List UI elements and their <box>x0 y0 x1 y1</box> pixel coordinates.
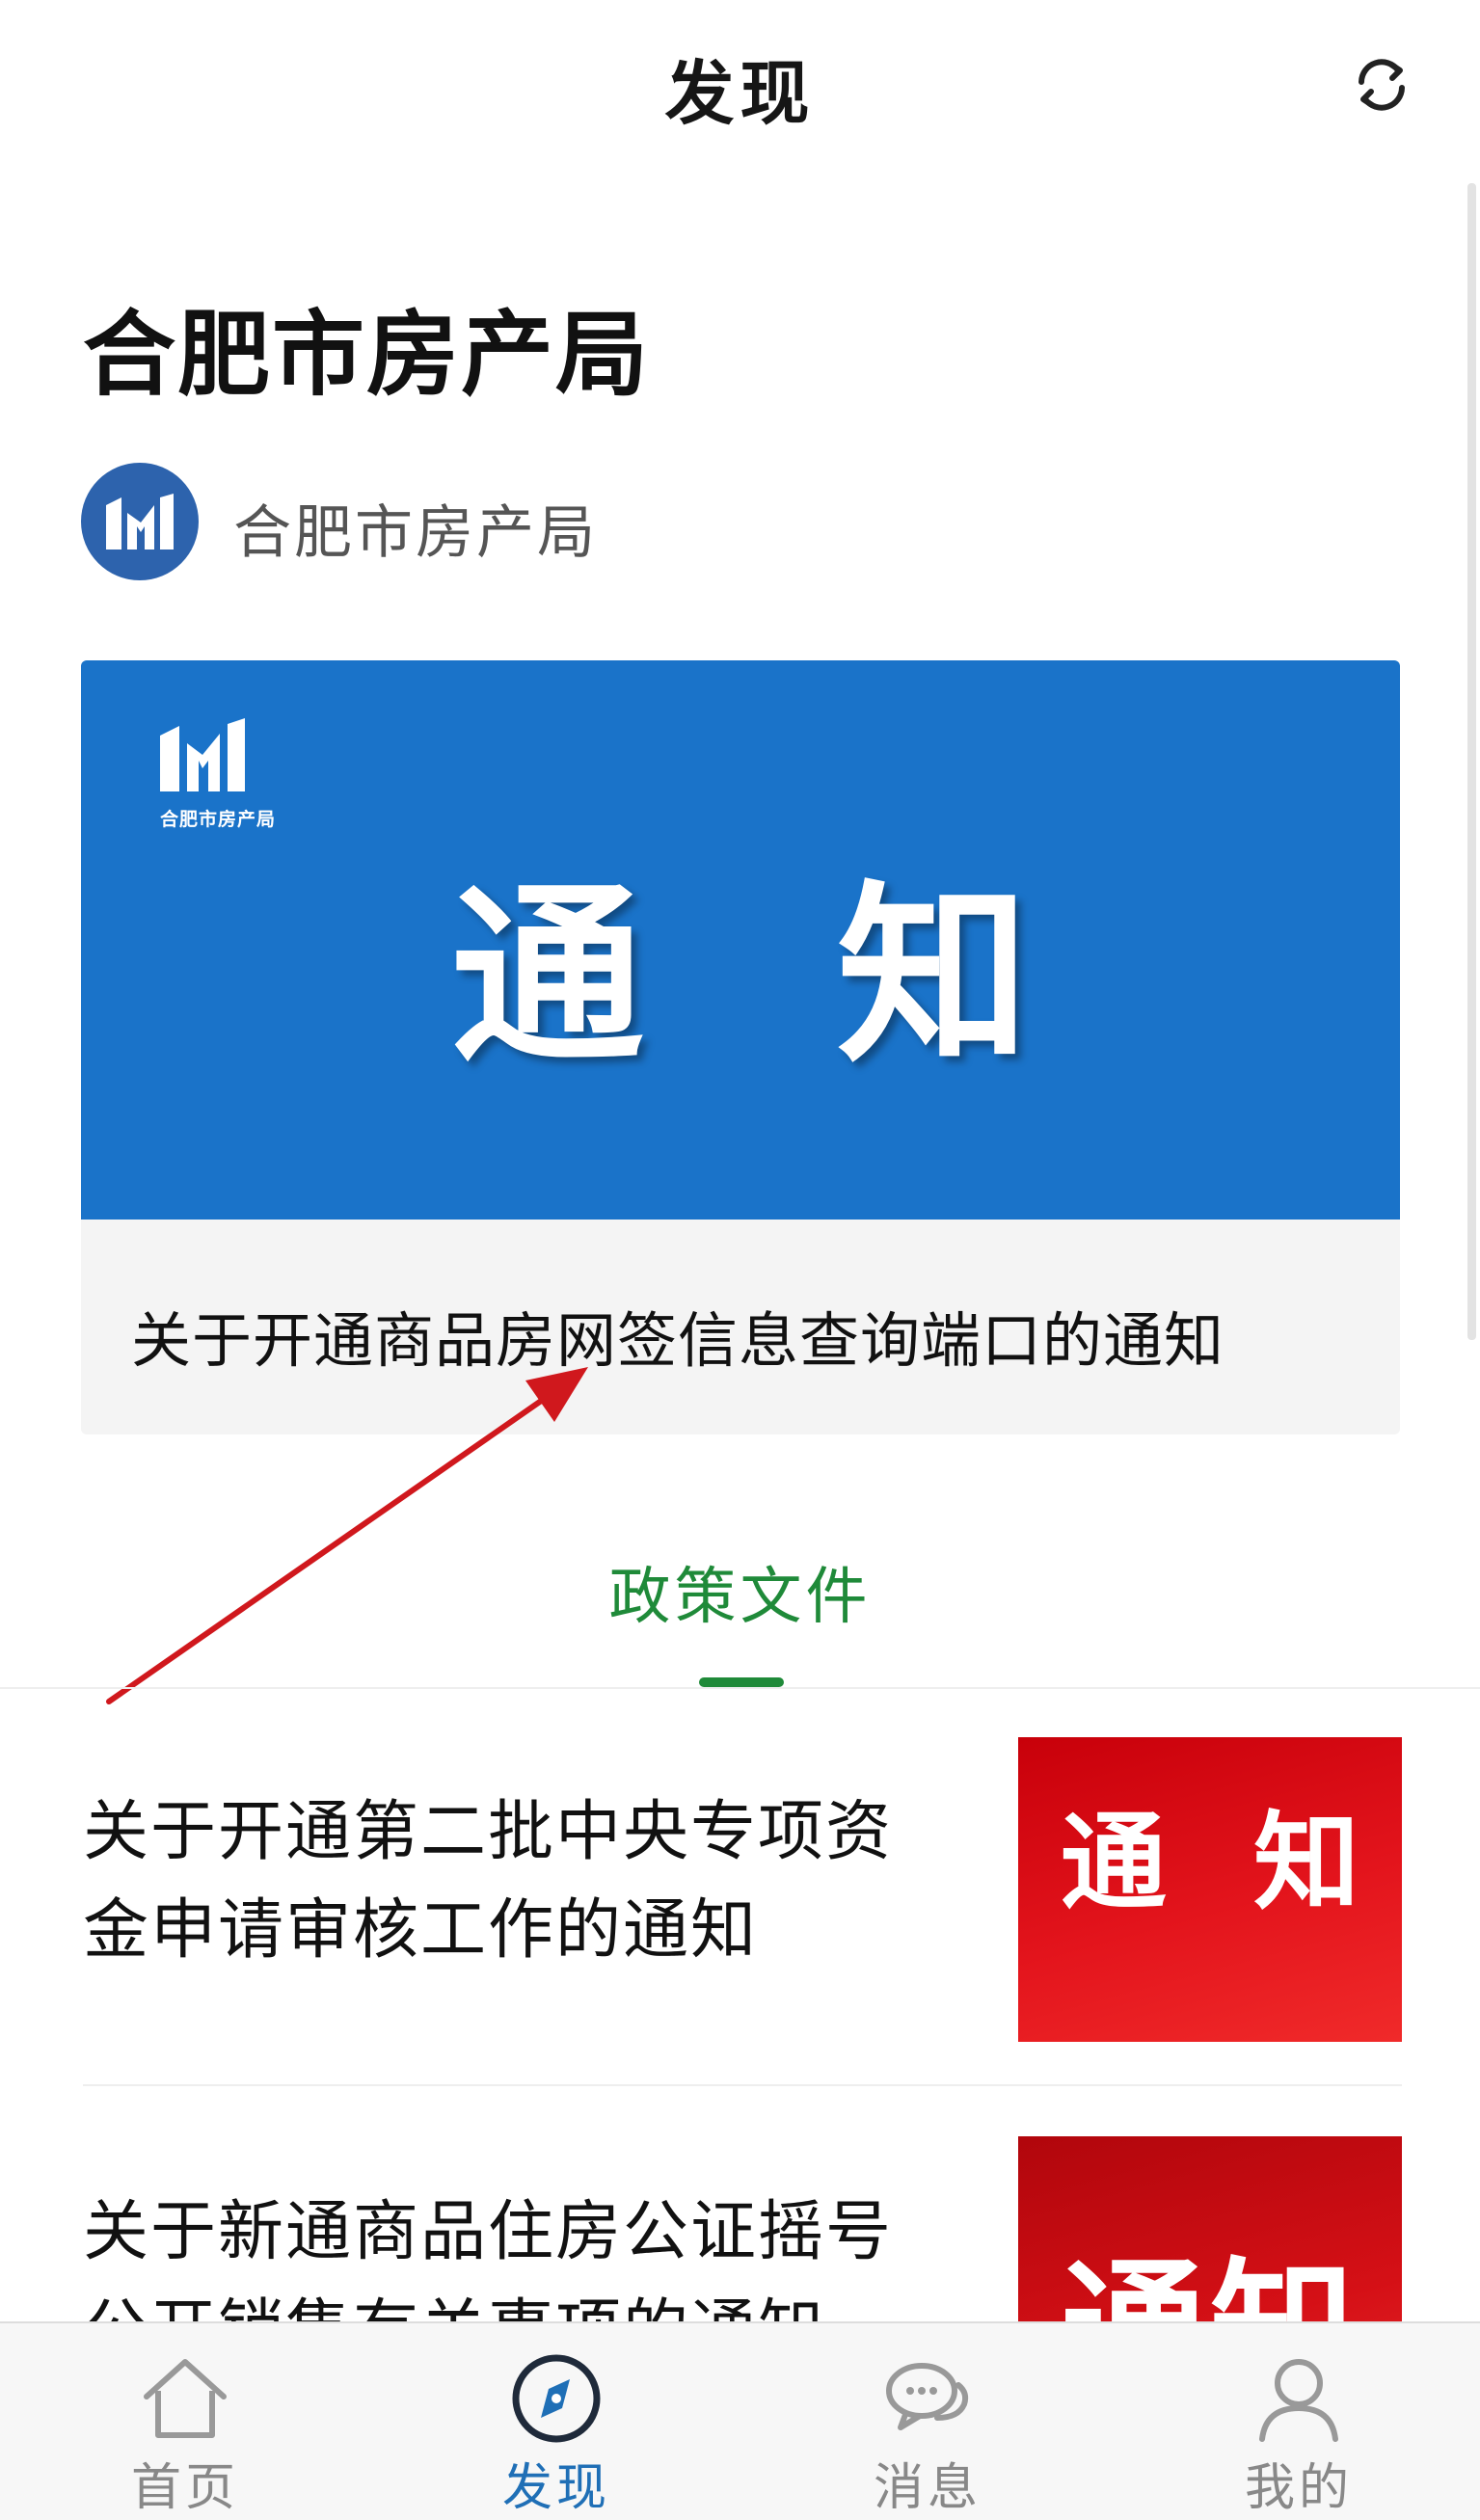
user-icon <box>1259 2359 1338 2442</box>
nav-label-messages: 消息 <box>873 2459 982 2517</box>
nav-item-messages[interactable]: 消息 <box>802 2323 1053 2520</box>
banner-headline: 通知 <box>450 865 1223 1089</box>
nav-label-me: 我的 <box>1244 2459 1353 2517</box>
nav-item-home[interactable]: 首页 <box>60 2323 310 2520</box>
top-bar: 发现 <box>0 0 1480 174</box>
article-title[interactable]: 关于开通第二批中央专项资金申请审核工作的通知 <box>83 1783 951 1980</box>
nav-label-discover: 发现 <box>501 2459 610 2517</box>
bottom-nav: 首页 发现 消息 我的 <box>0 2321 1480 2520</box>
divider <box>83 2084 1402 2086</box>
nav-item-discover[interactable]: 发现 <box>431 2323 682 2520</box>
article-thumbnail[interactable]: 通 知 <box>1018 1737 1402 2042</box>
scrollbar-thumb[interactable] <box>1467 183 1476 1340</box>
chat-icon <box>886 2363 969 2430</box>
housing-bureau-logo <box>81 463 199 580</box>
source-row[interactable]: 合肥市房产局 <box>81 463 1238 582</box>
home-icon <box>144 2359 227 2438</box>
refresh-icon[interactable] <box>1350 53 1413 117</box>
section-title: 合肥市房产局 <box>83 301 650 409</box>
featured-banner: 合肥市房产局 通知 <box>81 660 1400 1220</box>
compass-icon <box>512 2354 601 2443</box>
featured-caption: 关于开通商品房网签信息查询端口的通知 <box>131 1305 1225 1376</box>
thumbnail-text: 通 知 <box>1060 1801 1386 1924</box>
tab-policy-documents[interactable]: 政策文件 <box>0 1547 1480 1636</box>
banner-logo-icon <box>156 716 249 797</box>
nav-label-home: 首页 <box>130 2459 239 2517</box>
page-title: 发现 <box>664 53 816 134</box>
featured-article-card[interactable]: 合肥市房产局 通知 关于开通商品房网签信息查询端口的通知 <box>81 660 1400 1434</box>
divider <box>0 1687 1480 1689</box>
nav-item-me[interactable]: 我的 <box>1173 2323 1424 2520</box>
source-name: 合肥市房产局 <box>233 499 598 567</box>
tab-active-indicator <box>699 1677 784 1687</box>
